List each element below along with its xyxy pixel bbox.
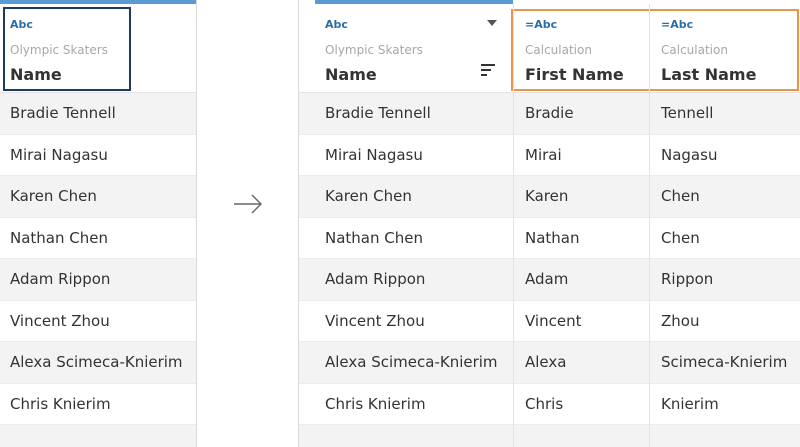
first-name-cell: Nathan [525, 228, 580, 247]
table-rows: Bradie Tennell Bradie Tennell Mirai Naga… [299, 93, 800, 447]
name-cell: Adam Rippon [10, 270, 111, 288]
column-header-name[interactable]: Abc Olympic Skaters Name [315, 4, 513, 92]
column-divider [513, 4, 514, 447]
table-row[interactable]: Vincent Zhou [0, 300, 196, 342]
table-row[interactable]: Adam Rippon [0, 259, 196, 301]
table-row [0, 425, 196, 447]
table-row[interactable]: Mirai Nagasu Mirai Nagasu [299, 134, 800, 176]
last-name-cell: Tennell [661, 104, 714, 122]
first-name-cell: Karen [525, 187, 569, 205]
table-row[interactable]: Vincent Zhou Vincent Zhou [299, 300, 800, 342]
name-cell: Chris Knierim [325, 394, 426, 413]
first-name-cell: Chris [525, 394, 564, 413]
name-cell: Adam Rippon [325, 270, 426, 288]
table-row[interactable]: Bradie Tennell [0, 93, 196, 135]
name-cell: Chris Knierim [10, 394, 111, 413]
table-row[interactable]: Mirai Nagasu [0, 134, 196, 176]
right-arrow-icon [234, 194, 262, 214]
last-name-cell: Rippon [661, 270, 714, 288]
first-name-cell: Bradie [525, 104, 574, 122]
first-name-cell: Alexa [525, 353, 567, 371]
column-source: Olympic Skaters [325, 43, 423, 57]
chevron-down-icon[interactable] [487, 20, 497, 26]
name-cell: Mirai Nagasu [10, 145, 108, 164]
table-row[interactable]: Karen Chen [0, 176, 196, 218]
table-row [299, 425, 800, 447]
name-cell: Karen Chen [325, 187, 412, 205]
first-name-cell: Vincent [525, 311, 582, 330]
last-name-cell: Knierim [661, 394, 719, 413]
first-name-cell: Adam [525, 270, 569, 288]
name-cell: Vincent Zhou [10, 311, 110, 330]
table-row[interactable]: Chris Knierim [0, 383, 196, 425]
table-rows: Bradie Tennell Mirai Nagasu Karen Chen N… [0, 93, 196, 447]
table-row[interactable]: Bradie Tennell Bradie Tennell [299, 93, 800, 135]
last-name-cell: Scimeca-Knierim [661, 353, 788, 371]
table-row[interactable]: Alexa Scimeca-Knierim Alexa Scimeca-Knie… [299, 342, 800, 384]
name-cell: Nathan Chen [10, 228, 108, 247]
table-row[interactable]: Nathan Chen [0, 217, 196, 259]
sort-icon[interactable] [481, 63, 497, 77]
last-name-cell: Zhou [661, 311, 700, 330]
name-cell: Alexa Scimeca-Knierim [10, 353, 183, 371]
new-columns-outline [511, 9, 799, 91]
string-type-icon: Abc [325, 18, 348, 31]
result-table-panel: Abc Olympic Skaters Name =Abc Calculatio… [298, 0, 800, 447]
name-cell: Mirai Nagasu [325, 145, 423, 164]
last-name-cell: Nagasu [661, 145, 718, 164]
table-row[interactable]: Karen Chen Karen Chen [299, 176, 800, 218]
column-field-name: Name [325, 65, 377, 84]
name-cell: Karen Chen [10, 187, 97, 205]
last-name-cell: Chen [661, 187, 700, 205]
table-row[interactable]: Adam Rippon Adam Rippon [299, 259, 800, 301]
selected-column-outline [3, 7, 131, 91]
source-table-panel: Abc Olympic Skaters Name Bradie Tennell … [0, 0, 197, 447]
column-divider [649, 4, 650, 447]
name-cell: Bradie Tennell [325, 104, 431, 122]
name-cell: Alexa Scimeca-Knierim [325, 353, 498, 371]
first-name-cell: Mirai [525, 145, 562, 164]
name-cell: Bradie Tennell [10, 104, 116, 122]
table-row[interactable]: Chris Knierim Chris Knierim [299, 383, 800, 425]
name-cell: Vincent Zhou [325, 311, 425, 330]
last-name-cell: Chen [661, 228, 700, 247]
table-row[interactable]: Alexa Scimeca-Knierim [0, 342, 196, 384]
name-cell: Nathan Chen [325, 228, 423, 247]
table-row[interactable]: Nathan Chen Nathan Chen [299, 217, 800, 259]
